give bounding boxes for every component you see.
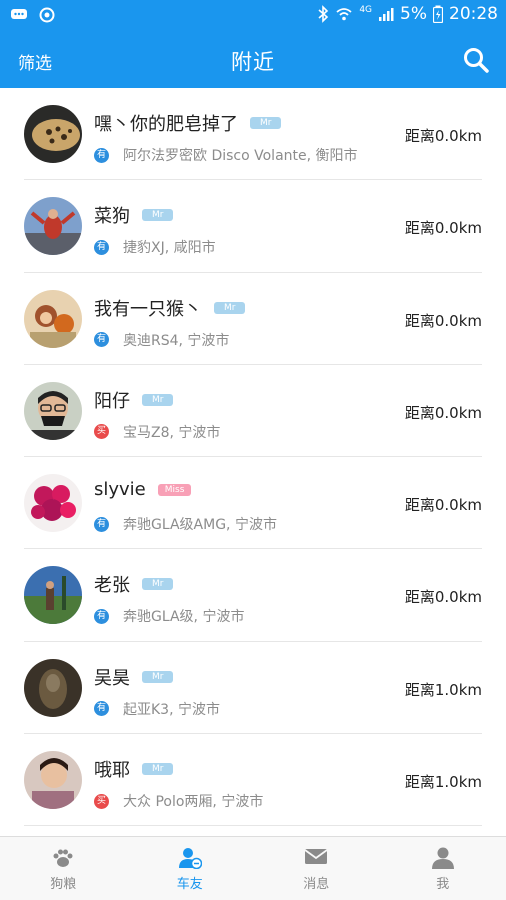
car-status-tag: 有 bbox=[94, 332, 109, 348]
car-status-tag: 有 bbox=[94, 701, 109, 717]
user-name: 阳仔 bbox=[94, 390, 130, 412]
battery-percent: 5% bbox=[400, 4, 427, 24]
car-location: 奔驰GLA级AMG, 宁波市 bbox=[123, 517, 277, 534]
wifi-icon bbox=[336, 8, 352, 21]
tab-dog-food[interactable]: 狗粮 bbox=[0, 837, 127, 900]
car-location: 大众 Polo两厢, 宁波市 bbox=[123, 794, 264, 811]
tab-label: 我 bbox=[436, 877, 450, 892]
tab-label: 狗粮 bbox=[50, 877, 77, 892]
user-name: 嘿丶你的肥皂掉了 bbox=[94, 114, 238, 135]
car-location: 奔驰GLA级, 宁波市 bbox=[123, 609, 245, 626]
car-location: 宝马Z8, 宁波市 bbox=[123, 424, 221, 441]
gender-badge: Mr bbox=[142, 670, 174, 683]
car-location: 起亚K3, 宁波市 bbox=[123, 701, 220, 718]
distance: 距离0.0km bbox=[404, 311, 482, 330]
sync-icon bbox=[39, 7, 55, 23]
car-status-tag: 有 bbox=[94, 608, 109, 624]
distance: 距离1.0km bbox=[404, 773, 482, 792]
list-item[interactable]: 菜狗 Mr 有 捷豹XJ, 咸阳市 距离0.0km bbox=[24, 180, 482, 273]
page-title: 附近 bbox=[231, 50, 275, 74]
list-item[interactable]: 我有一只猴丶 Mr 有 奥迪RS4, 宁波市 距离0.0km bbox=[24, 273, 482, 365]
user-name: 哦耶 bbox=[94, 760, 130, 782]
paw-icon bbox=[53, 849, 73, 867]
signal-icon bbox=[379, 8, 394, 21]
avatar[interactable] bbox=[24, 566, 82, 625]
gender-badge: Miss bbox=[157, 483, 192, 496]
tab-label: 消息 bbox=[303, 877, 330, 892]
avatar[interactable] bbox=[24, 105, 82, 163]
tab-car-friends[interactable]: 车友 bbox=[127, 837, 254, 900]
list-item[interactable]: 阳仔 Mr 买 宝马Z8, 宁波市 距离0.0km bbox=[24, 365, 482, 458]
avatar[interactable] bbox=[24, 658, 82, 717]
battery-icon bbox=[433, 5, 443, 23]
avatar[interactable] bbox=[24, 751, 82, 810]
list-item[interactable]: 嘿丶你的肥皂掉了 Mr 有 阿尔法罗密欧 Disco Volante, 衡阳市 … bbox=[24, 88, 482, 181]
avatar[interactable] bbox=[24, 381, 82, 440]
distance: 距离0.0km bbox=[404, 588, 482, 607]
avatar[interactable] bbox=[24, 197, 82, 256]
avatar[interactable] bbox=[24, 474, 82, 533]
list-item[interactable]: 老张 Mr 有 奔驰GLA级, 宁波市 距离0.0km bbox=[24, 549, 482, 642]
bluetooth-icon bbox=[318, 5, 329, 23]
car-status-tag: 买 bbox=[94, 793, 109, 809]
user-name: 老张 bbox=[94, 575, 130, 597]
search-icon[interactable] bbox=[462, 46, 490, 74]
user-name: 吴昊 bbox=[94, 667, 130, 689]
avatar[interactable] bbox=[24, 289, 82, 348]
distance: 距离0.0km bbox=[404, 496, 482, 515]
car-status-tag: 有 bbox=[94, 239, 109, 255]
car-status-tag: 有 bbox=[94, 516, 109, 532]
chat-icon bbox=[11, 9, 27, 19]
distance: 距离0.0km bbox=[404, 127, 482, 145]
user-name: 菜狗 bbox=[94, 206, 130, 228]
car-location: 阿尔法罗密欧 Disco Volante, 衡阳市 bbox=[123, 148, 358, 164]
car-status-tag: 有 bbox=[94, 147, 109, 163]
person-icon bbox=[431, 847, 454, 869]
gender-badge: Mr bbox=[142, 393, 174, 406]
bottom-tab-bar: 狗粮 车友 消息 我 bbox=[0, 836, 506, 900]
mail-icon bbox=[304, 849, 328, 864]
car-status-tag: 买 bbox=[94, 424, 109, 440]
list-item[interactable]: 吴昊 Mr 有 起亚K3, 宁波市 距离1.0km bbox=[24, 642, 482, 735]
user-name: 我有一只猴丶 bbox=[94, 298, 202, 320]
list-item[interactable]: slyvie Miss 有 奔驰GLA级AMG, 宁波市 距离0.0km bbox=[24, 457, 482, 550]
distance: 距离0.0km bbox=[404, 403, 482, 422]
user-name: slyvie bbox=[94, 479, 146, 501]
clock: 20:28 bbox=[449, 4, 498, 24]
list-item[interactable]: 哦耶 Mr 买 大众 Polo两厢, 宁波市 距离1.0km bbox=[24, 734, 482, 827]
tab-label: 车友 bbox=[176, 877, 203, 892]
distance: 距离1.0km bbox=[404, 680, 482, 699]
gender-badge: Mr bbox=[250, 117, 282, 129]
friends-icon bbox=[178, 848, 202, 869]
app-bar: 筛选 附近 bbox=[0, 32, 506, 88]
gender-badge: Mr bbox=[214, 301, 246, 314]
car-location: 捷豹XJ, 咸阳市 bbox=[123, 240, 216, 257]
car-location: 奥迪RS4, 宁波市 bbox=[123, 332, 230, 349]
nearby-user-list: 嘿丶你的肥皂掉了 Mr 有 阿尔法罗密欧 Disco Volante, 衡阳市 … bbox=[0, 88, 506, 836]
status-bar: 4G 5% 20:28 bbox=[0, 0, 506, 32]
gender-badge: Mr bbox=[142, 763, 174, 776]
distance: 距离0.0km bbox=[404, 219, 482, 238]
network-type: 4G bbox=[359, 5, 373, 15]
tab-me[interactable]: 我 bbox=[380, 837, 506, 900]
gender-badge: Mr bbox=[142, 578, 174, 591]
tab-messages[interactable]: 消息 bbox=[253, 837, 380, 900]
gender-badge: Mr bbox=[142, 209, 174, 222]
